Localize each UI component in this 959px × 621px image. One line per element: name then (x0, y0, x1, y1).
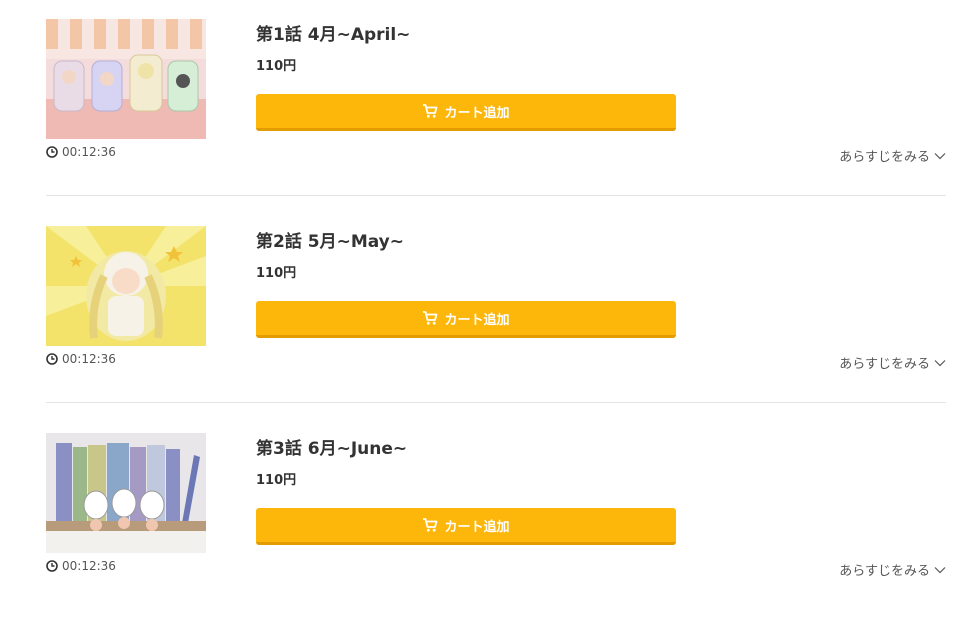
add-to-cart-label: カート追加 (444, 312, 510, 328)
duration-text: 00:12:36 (62, 559, 116, 573)
cart-icon (423, 104, 438, 118)
add-to-cart-button[interactable]: カート追加 (256, 508, 676, 545)
clock-icon (46, 560, 58, 572)
chevron-down-icon (934, 566, 946, 573)
episode-title: 第1話 4月~April~ (256, 25, 411, 45)
add-to-cart-label: カート追加 (444, 519, 510, 535)
duration-text: 00:12:36 (62, 145, 116, 159)
chevron-down-icon (934, 359, 946, 366)
add-to-cart-label: カート追加 (444, 105, 510, 121)
episode-thumbnail-3[interactable] (46, 433, 206, 553)
episode-item-2: 00:12:36 第2話 5月~May~ 110円 カート追加 あらすじをみる (0, 207, 959, 414)
cart-icon (423, 311, 438, 325)
episode-title: 第2話 5月~May~ (256, 232, 405, 252)
add-to-cart-button[interactable]: カート追加 (256, 94, 676, 131)
episode-price: 110円 (256, 266, 297, 281)
episode-thumbnail-2[interactable] (46, 226, 206, 346)
duration: 00:12:36 (46, 145, 116, 159)
cart-icon (423, 518, 438, 532)
synopsis-toggle[interactable]: あらすじをみる (839, 560, 946, 579)
episode-price: 110円 (256, 473, 297, 488)
synopsis-label: あらすじをみる (839, 150, 930, 165)
clock-icon (46, 353, 58, 365)
duration: 00:12:36 (46, 559, 116, 573)
divider (46, 195, 946, 196)
synopsis-toggle[interactable]: あらすじをみる (839, 353, 946, 372)
divider (46, 402, 946, 403)
episode-thumbnail-1[interactable] (46, 19, 206, 139)
synopsis-label: あらすじをみる (839, 564, 930, 579)
duration: 00:12:36 (46, 352, 116, 366)
duration-text: 00:12:36 (62, 352, 116, 366)
episode-title: 第3話 6月~June~ (256, 439, 408, 459)
episode-item-1: 00:12:36 第1話 4月~April~ 110円 カート追加 あらすじをみ… (0, 0, 959, 207)
synopsis-label: あらすじをみる (839, 357, 930, 372)
chevron-down-icon (934, 152, 946, 159)
add-to-cart-button[interactable]: カート追加 (256, 301, 676, 338)
episode-item-3: 00:12:36 第3話 6月~June~ 110円 カート追加 あらすじをみる (0, 414, 959, 621)
episode-price: 110円 (256, 59, 297, 74)
synopsis-toggle[interactable]: あらすじをみる (839, 146, 946, 165)
clock-icon (46, 146, 58, 158)
